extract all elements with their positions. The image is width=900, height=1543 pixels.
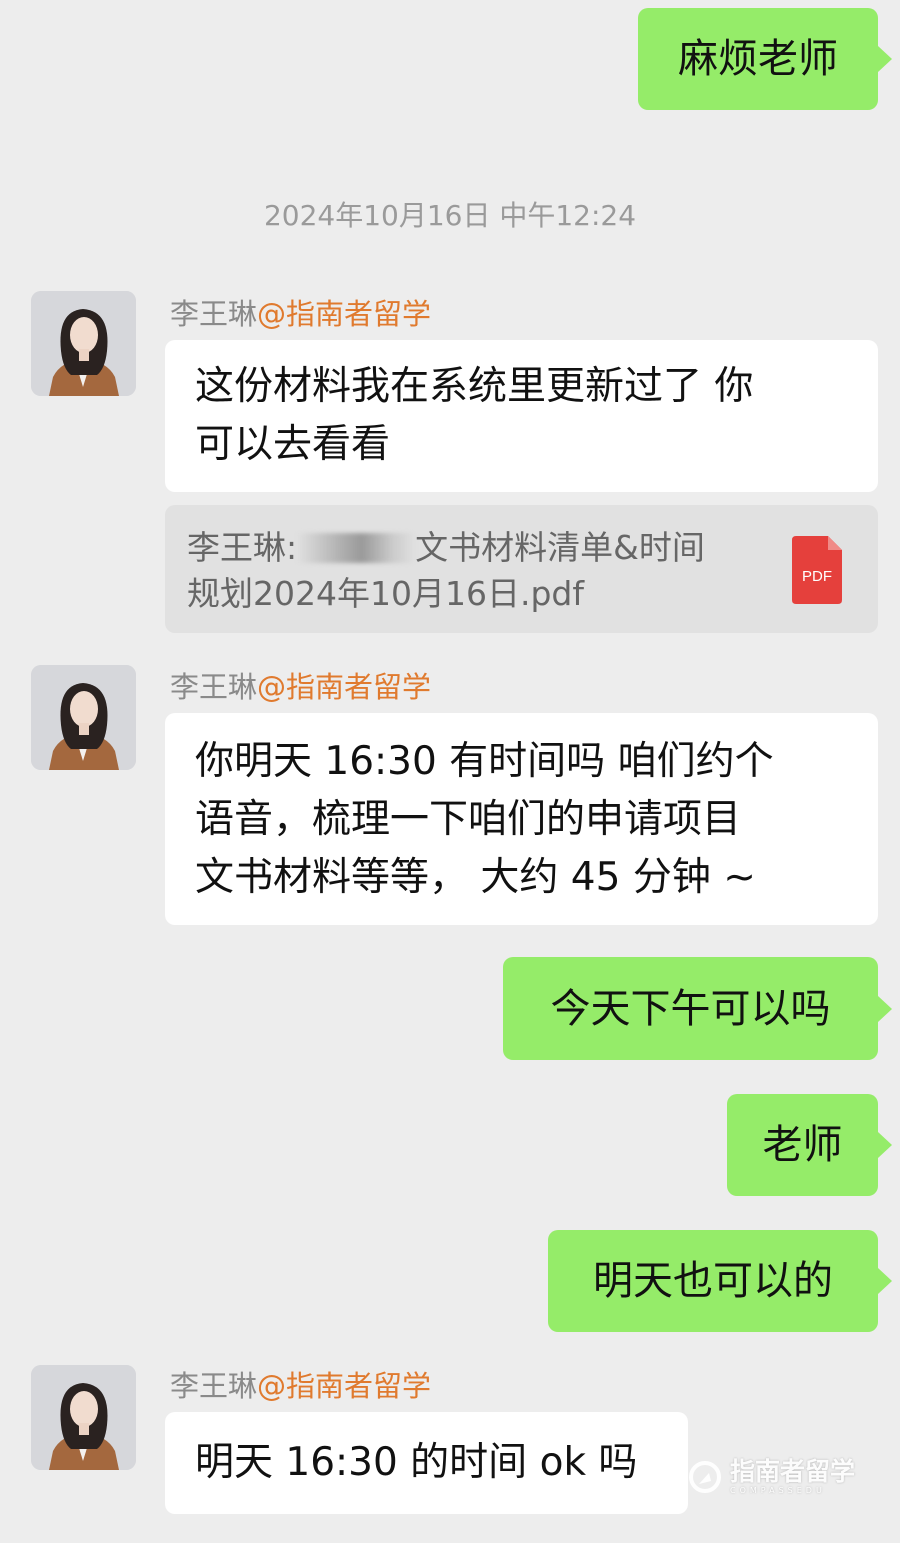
redacted-text: [297, 533, 416, 563]
avatar[interactable]: [31, 665, 136, 770]
pdf-badge-label: PDF: [802, 568, 832, 585]
message-text: 今天下午可以吗: [550, 985, 831, 1032]
pdf-file-icon: PDF: [792, 536, 842, 604]
watermark: 指南者留学 COMPASSEDU: [688, 1458, 855, 1496]
message-text: 明天也可以的: [593, 1258, 833, 1304]
message-text: 老师: [762, 1122, 843, 1168]
message-text: 明天 16:30 的时间 ok 吗: [195, 1440, 638, 1485]
avatar-photo-icon: [31, 291, 136, 396]
sender-name: 李王琳@指南者留学: [170, 1369, 432, 1403]
sent-message-bubble[interactable]: 麻烦老师: [638, 8, 878, 110]
message-timestamp: 2024年10月16日 中午12:24: [263, 199, 637, 232]
message-text-line: 你明天 16:30 有时间吗 咱们约个: [195, 739, 774, 784]
received-message-bubble[interactable]: 明天 16:30 的时间 ok 吗: [165, 1412, 688, 1514]
message-text-line: 这份材料我在系统里更新过了 你: [195, 364, 754, 409]
sender-org: @指南者留学: [257, 297, 432, 331]
message-text: 麻烦老师: [678, 36, 838, 82]
received-message-bubble[interactable]: 你明天 16:30 有时间吗 咱们约个 语音，梳理一下咱们的申请项目 文书材料等…: [165, 713, 878, 925]
avatar-photo-icon: [31, 1365, 136, 1470]
message-text-line: 文书材料等等， 大约 45 分钟 ~: [195, 855, 756, 900]
message-text-line: 语音，梳理一下咱们的申请项目: [195, 797, 742, 842]
sent-message-bubble[interactable]: 明天也可以的: [548, 1230, 878, 1332]
watermark-brand: 指南者留学: [730, 1457, 856, 1486]
sent-message-bubble[interactable]: 今天下午可以吗: [503, 957, 878, 1060]
sender-org: @指南者留学: [257, 1369, 432, 1403]
avatar-photo-icon: [31, 665, 136, 770]
sender-org: @指南者留学: [257, 670, 432, 704]
sender-name: 李王琳@指南者留学: [170, 297, 432, 331]
avatar[interactable]: [31, 291, 136, 396]
sender-name: 李王琳@指南者留学: [170, 670, 432, 704]
received-message-bubble[interactable]: 这份材料我在系统里更新过了 你 可以去看看: [165, 340, 878, 492]
file-name: 李王琳: 文书材料清单&时间 规划2024年10月16日.pdf: [187, 528, 705, 613]
message-text-line: 可以去看看: [195, 422, 391, 467]
compass-logo-icon: [689, 1461, 721, 1493]
watermark-sub: COMPASSEDU: [730, 1486, 826, 1495]
file-attachment-card[interactable]: 李王琳: 文书材料清单&时间 规划2024年10月16日.pdf PDF: [165, 505, 878, 633]
avatar[interactable]: [31, 1365, 136, 1470]
sent-message-bubble[interactable]: 老师: [727, 1094, 878, 1196]
